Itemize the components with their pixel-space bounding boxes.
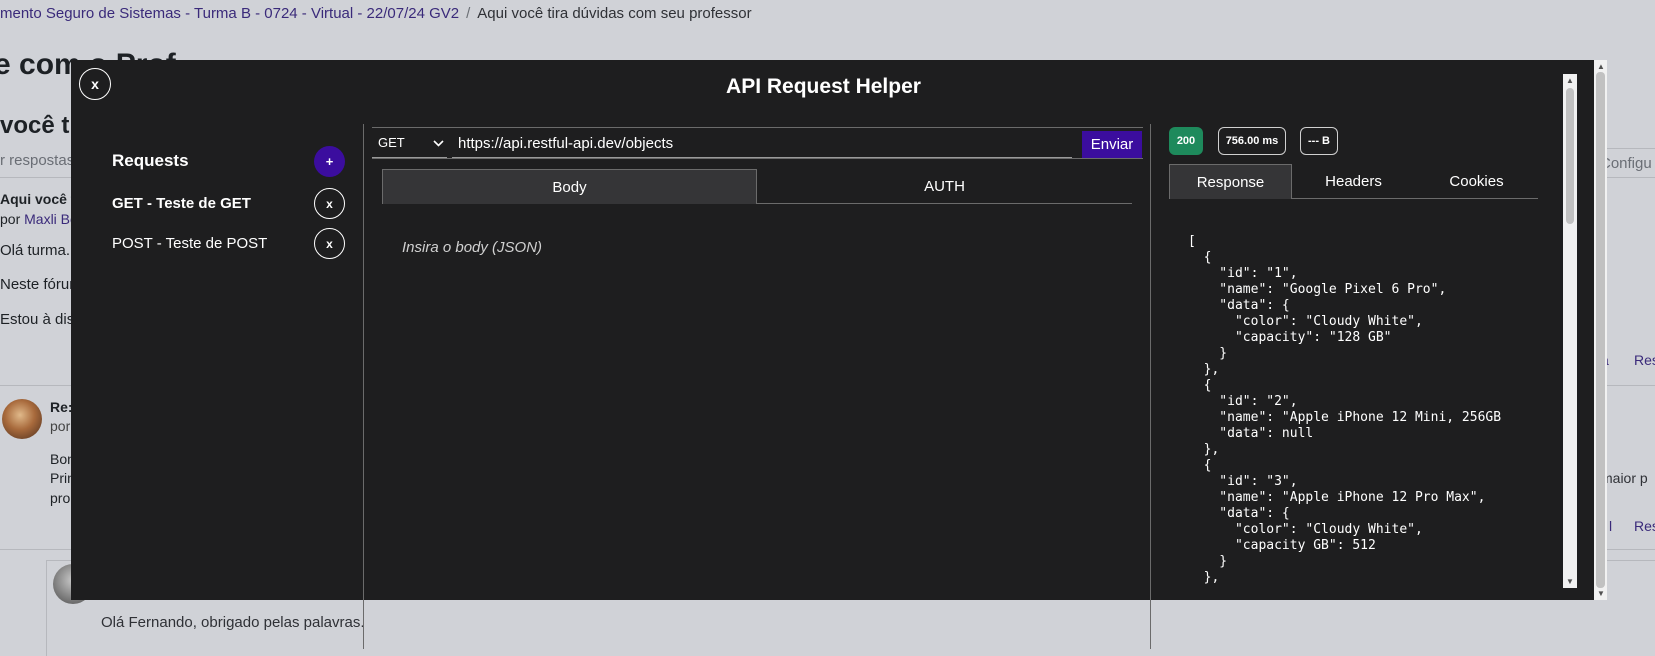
post-author-link[interactable]: Maxli Bo [24, 211, 78, 227]
send-button[interactable]: Enviar [1082, 131, 1142, 158]
reply-link[interactable]: Res [1634, 518, 1655, 534]
request-tabs: Body AUTH [382, 169, 1132, 204]
method-value: GET [378, 135, 405, 150]
url-input[interactable]: https://api.restful-api.dev/objects [452, 130, 1072, 158]
reply-link[interactable]: Res [1634, 352, 1655, 368]
divider [1150, 124, 1151, 649]
modal-title: API Request Helper [726, 75, 921, 98]
tab-auth[interactable]: AUTH [757, 169, 1132, 204]
post-byline: por Maxli Bo [0, 211, 78, 227]
breadcrumb-current: Aqui você tira dúvidas com seu professor [477, 5, 752, 22]
triangle-down-icon[interactable]: ▼ [1597, 589, 1605, 598]
add-request-button[interactable]: + [314, 146, 345, 177]
reply-byline: por [50, 418, 71, 434]
request-item-label[interactable]: GET - Teste de GET [112, 195, 251, 212]
api-request-helper-modal: x API Request Helper Requests + GET - Te… [71, 60, 1607, 649]
avatar[interactable] [2, 399, 42, 439]
post-by-prefix: por [0, 211, 25, 227]
requests-heading: Requests [112, 151, 189, 170]
scrollbar-thumb[interactable] [1566, 88, 1574, 224]
forum-subtitle: você t [0, 112, 70, 139]
tab-headers[interactable]: Headers [1292, 164, 1415, 199]
tab-body[interactable]: Body [382, 169, 757, 204]
breadcrumb: mento Seguro de Sistemas - Turma B - 072… [0, 5, 752, 22]
chevron-down-icon [433, 140, 444, 147]
body-input[interactable]: Insira o body (JSON) [402, 239, 542, 256]
post-line: Neste fórun [0, 276, 78, 293]
request-url-bar: GET https://api.restful-api.dev/objects … [372, 127, 1143, 159]
request-item[interactable]: GET - Teste de GET x [112, 188, 352, 220]
response-tabs: Response Headers Cookies [1169, 164, 1538, 199]
nested-reply-text: Olá Fernando, obrigado pelas palavras. [101, 614, 365, 631]
scrollbar-thumb[interactable] [1596, 72, 1605, 588]
search-underline [0, 177, 72, 178]
modal-scrollbar[interactable]: ▲ ▼ [1594, 60, 1607, 600]
tab-response[interactable]: Response [1169, 164, 1292, 199]
response-size-badge: --- B [1300, 127, 1338, 155]
breadcrumb-separator: / [466, 5, 471, 22]
divider [363, 124, 364, 649]
response-time-badge: 756.00 ms [1218, 127, 1286, 155]
response-body[interactable]: [ { "id": "1", "name": "Google Pixel 6 P… [1188, 234, 1528, 586]
method-select[interactable]: GET [372, 130, 447, 158]
reply-action-link[interactable]: l [1609, 518, 1612, 534]
triangle-up-icon[interactable]: ▲ [1597, 62, 1605, 71]
settings-label: Configu [1600, 155, 1652, 172]
response-scrollbar[interactable]: ▲ ▼ [1563, 74, 1577, 588]
search-input[interactable]: r respostas [0, 152, 74, 169]
triangle-down-icon[interactable]: ▼ [1566, 577, 1574, 586]
tab-cookies[interactable]: Cookies [1415, 164, 1538, 199]
delete-request-button[interactable]: x [314, 228, 345, 259]
reply-text-overflow: maior p [1601, 470, 1648, 486]
post-title[interactable]: Aqui você t [0, 191, 75, 207]
request-item-label[interactable]: POST - Teste de POST [112, 235, 267, 252]
breadcrumb-course-link[interactable]: mento Seguro de Sistemas - Turma B - 072… [0, 5, 459, 22]
reply-title[interactable]: Re: [50, 399, 73, 415]
request-item[interactable]: POST - Teste de POST x [112, 228, 352, 260]
delete-request-button[interactable]: x [314, 188, 345, 219]
post-greeting: Olá turma. [0, 242, 71, 259]
status-badge: 200 [1169, 127, 1203, 155]
triangle-up-icon[interactable]: ▲ [1566, 76, 1574, 85]
reply-line: pro [50, 490, 71, 506]
